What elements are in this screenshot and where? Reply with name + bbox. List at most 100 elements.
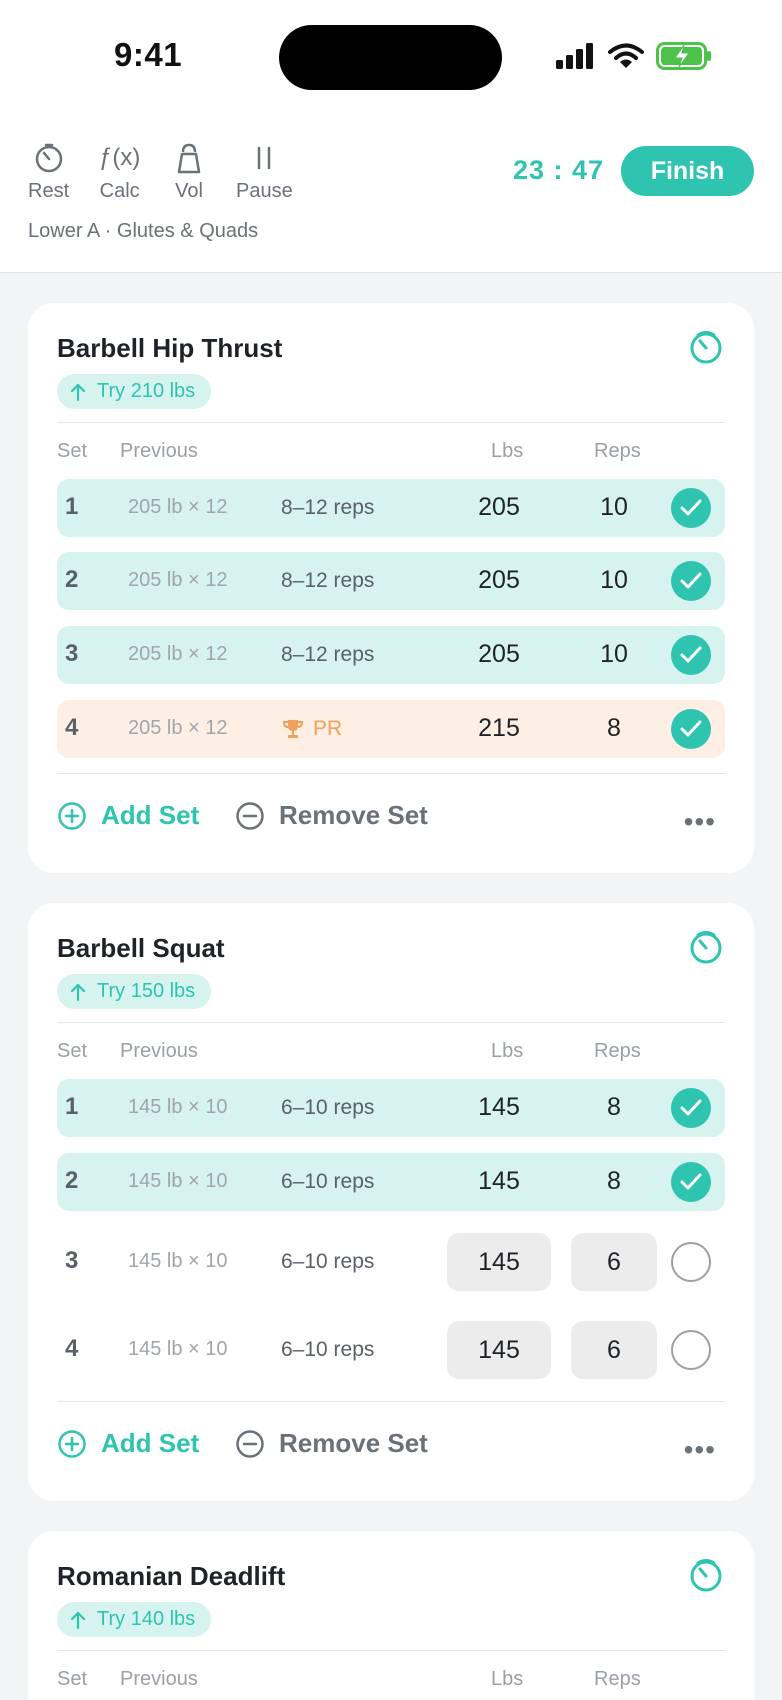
calc-button[interactable]: ƒ(x) Calc bbox=[99, 140, 140, 203]
remove-set-button[interactable]: Remove Set bbox=[235, 800, 428, 831]
rest-timer-button[interactable]: Rest bbox=[28, 140, 69, 203]
exercise-title: Romanian Deadlift bbox=[57, 1561, 286, 1591]
suggestion-text: Try 140 lbs bbox=[97, 1608, 196, 1630]
pause-button[interactable]: Pause bbox=[236, 140, 293, 203]
rep-target: 6–10 reps bbox=[281, 1170, 375, 1193]
divider bbox=[57, 1401, 726, 1402]
reps-input[interactable]: 6 bbox=[571, 1321, 657, 1379]
checkmark-icon bbox=[680, 1099, 702, 1116]
set-row[interactable]: 4 145 lb × 10 6–10 reps 145 6 bbox=[57, 1321, 725, 1379]
weight-input[interactable]: 145 bbox=[447, 1233, 551, 1291]
reps-input[interactable]: 10 bbox=[571, 493, 657, 522]
set-complete-checkbox[interactable] bbox=[671, 1330, 711, 1370]
pause-icon bbox=[254, 140, 274, 176]
col-reps: Reps bbox=[594, 1668, 641, 1690]
divider bbox=[57, 773, 726, 774]
workout-header: Rest ƒ(x) Calc Vol Pause 23 : 47 Finish … bbox=[0, 110, 782, 273]
vol-label: Vol bbox=[175, 180, 203, 202]
set-number: 1 bbox=[65, 1093, 79, 1120]
set-complete-checkbox[interactable] bbox=[671, 635, 711, 675]
set-row[interactable]: 2 145 lb × 10 6–10 reps 145 8 bbox=[57, 1153, 725, 1211]
remove-set-label: Remove Set bbox=[279, 1428, 428, 1458]
rest-timer-icon[interactable] bbox=[688, 1557, 724, 1593]
set-complete-checkbox[interactable] bbox=[671, 1088, 711, 1128]
rep-target: 6–10 reps bbox=[281, 1096, 375, 1119]
minus-circle-icon bbox=[236, 1429, 264, 1458]
calc-label: Calc bbox=[99, 180, 140, 202]
rest-label: Rest bbox=[28, 180, 70, 202]
reps-input[interactable]: 8 bbox=[571, 1167, 657, 1196]
set-complete-checkbox[interactable] bbox=[671, 561, 711, 601]
reps-input[interactable]: 10 bbox=[571, 566, 657, 595]
checkmark-icon bbox=[680, 1173, 702, 1190]
add-set-button[interactable]: Add Set bbox=[57, 1428, 199, 1459]
previous-value: 145 lb × 10 bbox=[128, 1170, 228, 1192]
col-lbs: Lbs bbox=[491, 1668, 524, 1690]
reps-input[interactable]: 8 bbox=[571, 714, 657, 743]
exercise-title: Barbell Hip Thrust bbox=[57, 333, 283, 363]
previous-value: 205 lb × 12 bbox=[128, 569, 228, 591]
suggestion-chip[interactable]: Try 210 lbs bbox=[57, 374, 212, 409]
col-lbs: Lbs bbox=[491, 440, 524, 462]
dynamic-island bbox=[279, 25, 502, 90]
status-bar: 9:41 bbox=[0, 0, 782, 110]
set-complete-checkbox[interactable] bbox=[671, 1242, 711, 1282]
add-set-label: Add Set bbox=[101, 1428, 200, 1458]
weight-input[interactable]: 205 bbox=[447, 640, 551, 669]
add-set-button[interactable]: Add Set bbox=[57, 800, 199, 831]
set-actions: Add Set Remove Set ••• bbox=[57, 800, 726, 840]
set-actions: Add Set Remove Set ••• bbox=[57, 1428, 726, 1468]
weight-input[interactable]: 205 bbox=[447, 566, 551, 595]
col-set: Set bbox=[57, 1040, 88, 1062]
weight-input[interactable]: 205 bbox=[447, 493, 551, 522]
volume-button[interactable]: Vol bbox=[174, 140, 204, 203]
finish-button[interactable]: Finish bbox=[621, 146, 754, 196]
kettlebell-icon bbox=[174, 140, 204, 176]
function-icon: ƒ(x) bbox=[99, 144, 141, 171]
previous-value: 205 lb × 12 bbox=[128, 496, 228, 518]
set-row[interactable]: 3 205 lb × 12 8–12 reps 205 10 bbox=[57, 626, 725, 684]
rep-target: 8–12 reps bbox=[281, 643, 375, 666]
set-number: 3 bbox=[65, 1247, 79, 1274]
previous-value: 145 lb × 10 bbox=[128, 1096, 228, 1118]
set-number: 2 bbox=[65, 566, 79, 593]
plus-circle-icon bbox=[58, 801, 86, 830]
wifi-icon bbox=[608, 43, 644, 68]
set-row-pr[interactable]: 4 205 lb × 12 PR 215 8 bbox=[57, 700, 725, 758]
set-row[interactable]: 3 145 lb × 10 6–10 reps 145 6 bbox=[57, 1233, 725, 1291]
more-options-icon[interactable]: ••• bbox=[684, 806, 716, 838]
reps-input[interactable]: 6 bbox=[571, 1233, 657, 1291]
set-row[interactable]: 1 145 lb × 10 6–10 reps 145 8 bbox=[57, 1079, 725, 1137]
exercise-title: Barbell Squat bbox=[57, 933, 225, 963]
suggestion-text: Try 150 lbs bbox=[97, 980, 196, 1002]
more-options-icon[interactable]: ••• bbox=[684, 1434, 716, 1466]
rep-target: 6–10 reps bbox=[281, 1338, 375, 1361]
checkmark-icon bbox=[680, 646, 702, 663]
suggestion-chip[interactable]: Try 150 lbs bbox=[57, 974, 212, 1009]
remove-set-button[interactable]: Remove Set bbox=[235, 1428, 428, 1459]
weight-input[interactable]: 145 bbox=[447, 1093, 551, 1122]
pr-label: PR bbox=[313, 717, 343, 740]
set-complete-checkbox[interactable] bbox=[671, 488, 711, 528]
weight-input[interactable]: 145 bbox=[447, 1167, 551, 1196]
checkmark-icon bbox=[680, 720, 702, 737]
reps-input[interactable]: 10 bbox=[571, 640, 657, 669]
weight-input[interactable]: 145 bbox=[447, 1321, 551, 1379]
rest-timer-icon[interactable] bbox=[688, 929, 724, 965]
previous-value: 205 lb × 12 bbox=[128, 717, 228, 739]
suggestion-text: Try 210 lbs bbox=[97, 380, 196, 402]
pause-label: Pause bbox=[236, 180, 293, 202]
col-set: Set bbox=[57, 1668, 88, 1690]
reps-input[interactable]: 8 bbox=[571, 1093, 657, 1122]
set-row[interactable]: 1 205 lb × 12 8–12 reps 205 10 bbox=[57, 479, 725, 537]
set-complete-checkbox[interactable] bbox=[671, 709, 711, 749]
set-complete-checkbox[interactable] bbox=[671, 1162, 711, 1202]
set-row[interactable]: 2 205 lb × 12 8–12 reps 205 10 bbox=[57, 552, 725, 610]
rest-timer-icon[interactable] bbox=[688, 329, 724, 365]
suggestion-chip[interactable]: Try 140 lbs bbox=[57, 1602, 212, 1637]
exercise-card: Barbell Hip Thrust Try 210 lbs Set Previ… bbox=[28, 303, 754, 873]
weight-input[interactable]: 215 bbox=[447, 714, 551, 743]
checkmark-icon bbox=[680, 499, 702, 516]
divider bbox=[57, 1650, 726, 1651]
col-lbs: Lbs bbox=[491, 1040, 524, 1062]
